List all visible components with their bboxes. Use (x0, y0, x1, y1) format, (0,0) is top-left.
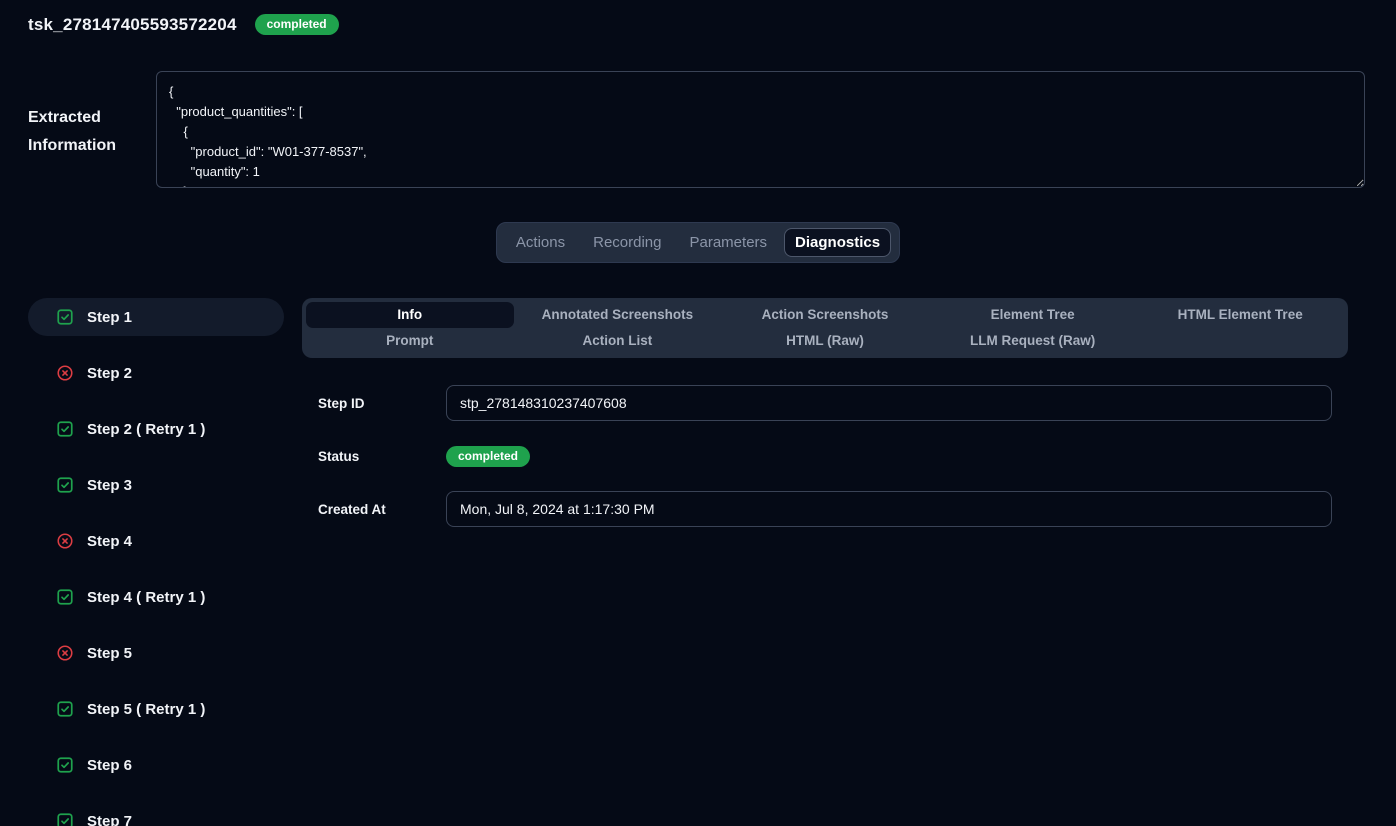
sidebar-item-step-2-retry-1[interactable]: Step 2 ( Retry 1 ) (28, 410, 284, 448)
diagnostics-tab-label: Action Screenshots (762, 307, 889, 322)
diagnostics-tab-label: Prompt (386, 333, 433, 348)
sidebar-item-step-7[interactable]: Step 7 (28, 802, 284, 826)
step-id-label: Step ID (318, 396, 446, 411)
tab-diagnostics[interactable]: Diagnostics (784, 228, 891, 257)
step-label: Step 4 (87, 533, 132, 550)
check-square-icon (56, 308, 74, 326)
diagnostics-tab-label: Annotated Screenshots (542, 307, 694, 322)
status-label: Status (318, 449, 446, 464)
sidebar-item-step-6[interactable]: Step 6 (28, 746, 284, 784)
info-panel: Step ID Status completed Created At (302, 385, 1348, 527)
x-circle-icon (56, 644, 74, 662)
x-circle-icon (56, 364, 74, 382)
extracted-information-section: Extracted Information { "product_quantit… (28, 71, 1365, 188)
sidebar-item-step-1[interactable]: Step 1 (28, 298, 284, 336)
diagnostics-tab-element-tree[interactable]: Element Tree (929, 302, 1137, 328)
diagnostics-tab-label: Action List (583, 333, 653, 348)
diagnostics-tab-prompt[interactable]: Prompt (306, 328, 514, 354)
created-at-input[interactable] (446, 491, 1332, 527)
step-id-input[interactable] (446, 385, 1332, 421)
check-square-icon (56, 812, 74, 826)
diagnostics-tab-llm-request-raw[interactable]: LLM Request (Raw) (929, 328, 1137, 354)
diagnostics-tab-action-list[interactable]: Action List (514, 328, 722, 354)
tab-label: Actions (516, 234, 565, 251)
step-label: Step 5 ( Retry 1 ) (87, 701, 205, 718)
task-status-badge: completed (255, 14, 339, 35)
tab-label: Parameters (690, 234, 768, 251)
diagnostics-tab-action-screenshots[interactable]: Action Screenshots (721, 302, 929, 328)
page-title: tsk_278147405593572204 (28, 15, 237, 35)
step-label: Step 6 (87, 757, 132, 774)
diagnostics-tab-annotated-screenshots[interactable]: Annotated Screenshots (514, 302, 722, 328)
check-square-icon (56, 420, 74, 438)
created-at-row: Created At (318, 491, 1332, 527)
step-label: Step 5 (87, 645, 132, 662)
step-label: Step 3 (87, 477, 132, 494)
step-label: Step 2 (87, 365, 132, 382)
sidebar-item-step-4[interactable]: Step 4 (28, 522, 284, 560)
check-square-icon (56, 756, 74, 774)
diagnostics-tab-label: Info (397, 307, 422, 322)
diagnostics-tab-html-element-tree[interactable]: HTML Element Tree (1136, 302, 1344, 328)
tab-recording[interactable]: Recording (582, 228, 672, 257)
created-at-label: Created At (318, 502, 446, 517)
tab-label: Diagnostics (795, 234, 880, 251)
x-circle-icon (56, 532, 74, 550)
diagnostics-tab-label: Element Tree (991, 307, 1075, 322)
status-row: Status completed (318, 438, 1332, 474)
sidebar-item-step-4-retry-1[interactable]: Step 4 ( Retry 1 ) (28, 578, 284, 616)
sidebar-item-step-5[interactable]: Step 5 (28, 634, 284, 672)
diagnostics-tab-label: LLM Request (Raw) (970, 333, 1095, 348)
main-tabs: Actions Recording Parameters Diagnostics (496, 222, 900, 263)
step-status-badge: completed (446, 446, 530, 467)
step-label: Step 2 ( Retry 1 ) (87, 421, 205, 438)
sidebar-item-step-3[interactable]: Step 3 (28, 466, 284, 504)
step-label: Step 1 (87, 309, 132, 326)
page-header: tsk_278147405593572204 completed (28, 14, 1396, 35)
step-label: Step 7 (87, 813, 132, 826)
check-square-icon (56, 700, 74, 718)
diagnostics-tab-label: HTML Element Tree (1178, 307, 1303, 322)
extracted-information-textarea[interactable]: { "product_quantities": [ { "product_id"… (156, 71, 1365, 188)
check-square-icon (56, 476, 74, 494)
tab-actions[interactable]: Actions (505, 228, 576, 257)
diagnostics-tab-info[interactable]: Info (306, 302, 514, 328)
tab-label: Recording (593, 234, 661, 251)
extracted-information-label: Extracted Information (28, 71, 156, 188)
sidebar-item-step-2[interactable]: Step 2 (28, 354, 284, 392)
diagnostics-tabs: Info Annotated Screenshots Action Screen… (302, 298, 1348, 358)
step-label: Step 4 ( Retry 1 ) (87, 589, 205, 606)
sidebar-item-step-5-retry-1[interactable]: Step 5 ( Retry 1 ) (28, 690, 284, 728)
steps-sidebar: Step 1 Step 2 (28, 298, 284, 826)
tab-parameters[interactable]: Parameters (679, 228, 779, 257)
check-square-icon (56, 588, 74, 606)
diagnostics-tab-label: HTML (Raw) (786, 333, 864, 348)
step-id-row: Step ID (318, 385, 1332, 421)
diagnostics-tab-html-raw[interactable]: HTML (Raw) (721, 328, 929, 354)
